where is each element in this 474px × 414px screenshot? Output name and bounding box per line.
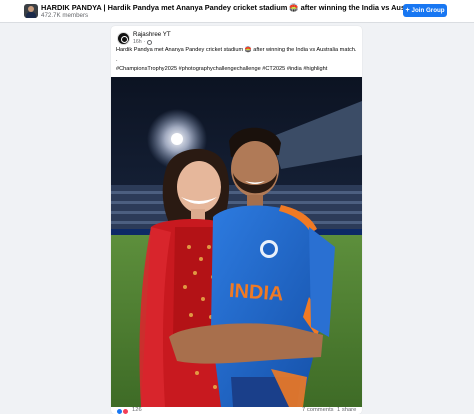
post-footer: 126 7 comments 1 share (111, 407, 362, 414)
meta-separator: · (143, 39, 146, 45)
group-header: HARDIK PANDYA | Hardik Pandya met Ananya… (0, 0, 474, 23)
post-photo[interactable]: INDIA (111, 77, 362, 407)
post-time[interactable]: 16h (133, 39, 142, 45)
post-card: Rajashree YT 16h · Hardik Pandya met Ana… (111, 26, 362, 414)
group-member-count: 472.7K members (41, 12, 89, 19)
group-title[interactable]: HARDIK PANDYA | Hardik Pandya met Ananya… (41, 3, 447, 12)
share-count[interactable]: 1 share (337, 407, 356, 413)
comment-count[interactable]: 7 comments (302, 407, 334, 413)
globe-icon (147, 39, 153, 45)
join-group-button[interactable]: + Join Group (403, 4, 447, 17)
group-avatar[interactable] (24, 4, 38, 18)
jersey-text: INDIA (228, 280, 284, 306)
plus-icon: + (405, 7, 410, 14)
post-text-line: Hardik Pandya met Ananya Pandey cricket … (116, 47, 357, 53)
author-name[interactable]: Rajashree YT (133, 31, 171, 38)
photo-illustration: INDIA (111, 77, 362, 407)
author-avatar[interactable] (117, 32, 130, 45)
join-group-label: Join Group (411, 7, 445, 14)
post-hashtags[interactable]: #ChampionsTrophy2025 #photographychallen… (116, 66, 327, 72)
post-meta: 16h · (133, 39, 153, 45)
reaction-count[interactable]: 126 (132, 407, 142, 413)
post-text-line: . (116, 57, 118, 63)
love-icon (122, 408, 129, 414)
